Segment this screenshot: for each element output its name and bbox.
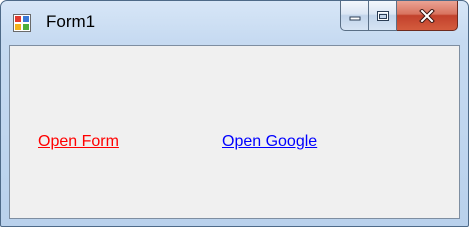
open-google-link[interactable]: Open Google bbox=[222, 133, 317, 151]
app-icon[interactable] bbox=[13, 14, 31, 32]
form-client-area: Open Form Open Google bbox=[9, 45, 460, 219]
close-button[interactable] bbox=[397, 1, 458, 31]
close-icon bbox=[419, 8, 435, 23]
window-controls bbox=[340, 1, 458, 34]
minimize-button[interactable] bbox=[340, 1, 369, 31]
form1-window: Form1 Open Form Open Google bbox=[0, 0, 469, 227]
minimize-icon bbox=[349, 16, 360, 20]
window-title: Form1 bbox=[46, 12, 96, 31]
title-bar[interactable]: Form1 bbox=[1, 1, 468, 45]
maximize-icon bbox=[376, 10, 389, 21]
maximize-button[interactable] bbox=[369, 1, 397, 31]
open-form-link[interactable]: Open Form bbox=[38, 133, 119, 151]
